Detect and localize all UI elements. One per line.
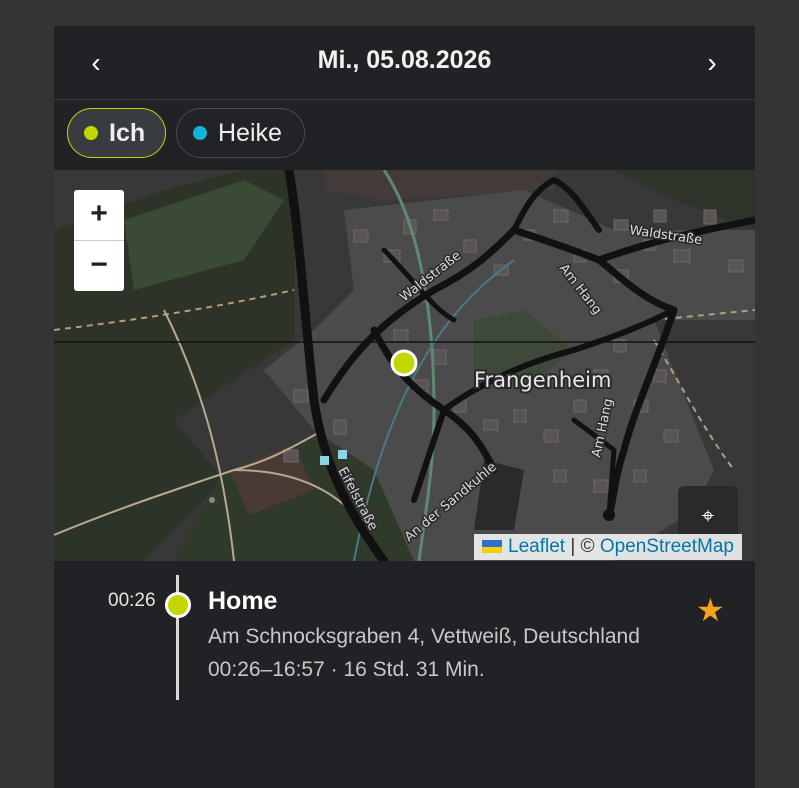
map-tiles: Waldstraße Waldstraße Am Hang Am Hang Ei…: [54, 170, 755, 561]
map-attribution: Leaflet | © OpenStreetMap: [474, 534, 742, 560]
zoom-in-button[interactable]: +: [74, 190, 124, 241]
ukraine-flag-icon: [482, 540, 502, 553]
app-panel: ‹ Mi., 05.08.2026 › Ich Heike Waldstraße…: [54, 26, 755, 788]
place-label: Frangenheim: [474, 368, 611, 392]
place-title[interactable]: Home: [208, 587, 277, 616]
favorite-star-icon[interactable]: ★: [696, 591, 725, 629]
zoom-control: + −: [74, 190, 124, 291]
attribution-separator: | ©: [570, 536, 595, 557]
place-address: Am Schnocksgraben 4, Vettweiß, Deutschla…: [208, 625, 640, 648]
color-dot-icon: [84, 126, 98, 140]
person-filter-bar: Ich Heike: [54, 100, 755, 170]
osm-link[interactable]: OpenStreetMap: [600, 536, 734, 557]
color-dot-icon: [193, 126, 207, 140]
person-chip-heike[interactable]: Heike: [176, 108, 305, 158]
person-name: Heike: [218, 118, 282, 147]
location-marker[interactable]: [390, 349, 418, 377]
date-title: Mi., 05.08.2026: [317, 46, 492, 74]
stay-duration: 00:26–16:57 · 16 Std. 31 Min.: [208, 658, 485, 681]
timeline-time: 00:26: [108, 590, 156, 611]
date-header: ‹ Mi., 05.08.2026 ›: [54, 26, 755, 100]
person-chip-ich[interactable]: Ich: [67, 108, 166, 158]
next-day-button[interactable]: ›: [697, 48, 727, 78]
crosshair-icon: ⌖: [701, 503, 715, 528]
timeline-dot-icon: [165, 592, 191, 618]
leaflet-link[interactable]: Leaflet: [508, 536, 565, 557]
map-view[interactable]: Waldstraße Waldstraße Am Hang Am Hang Ei…: [54, 170, 755, 561]
zoom-out-button[interactable]: −: [74, 241, 124, 291]
person-name: Ich: [109, 118, 146, 147]
timeline: 00:26 Home Am Schnocksgraben 4, Vettweiß…: [54, 561, 755, 788]
